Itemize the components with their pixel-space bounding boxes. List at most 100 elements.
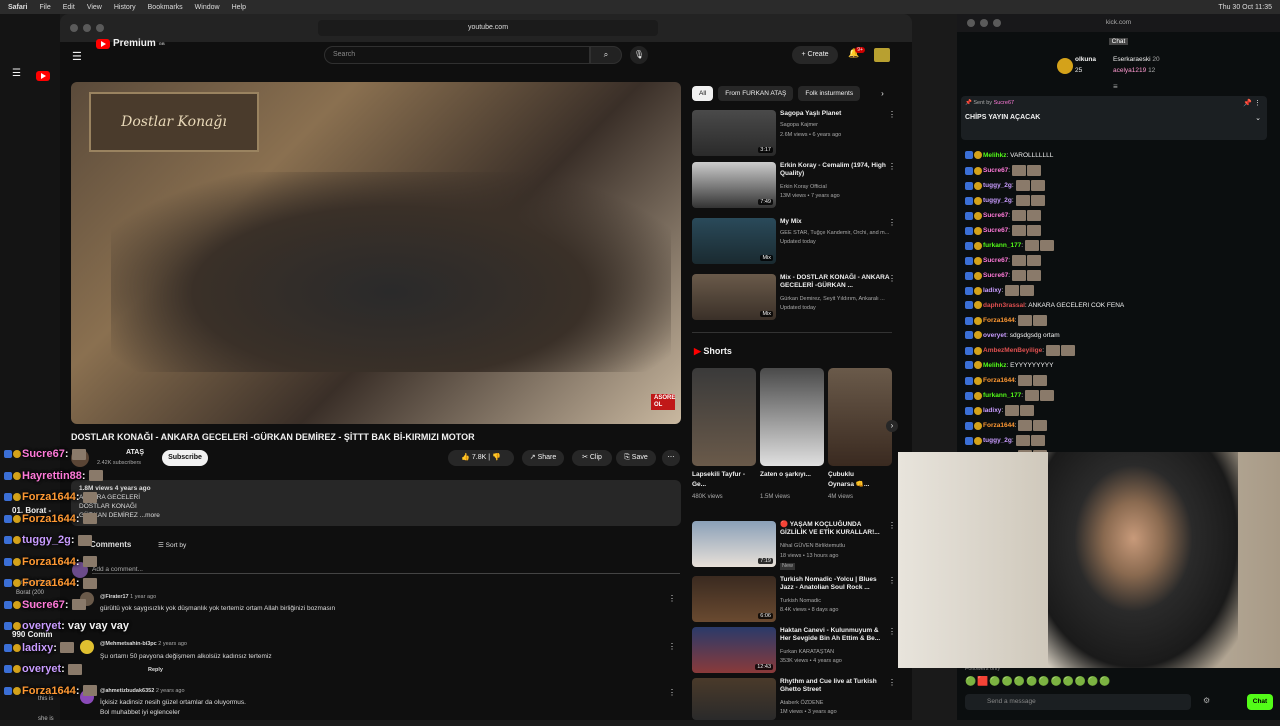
video-thumbnail[interactable]: 7:19 [692, 521, 776, 567]
short-thumbnail[interactable] [760, 368, 824, 466]
description-box[interactable]: 1.8M views 4 years ago ANKARA GECELERİ D… [71, 480, 681, 526]
rec-menu-icon[interactable]: ⋮ [888, 521, 896, 530]
chat-username[interactable]: Sucre67 [983, 227, 1008, 234]
rec-menu-icon[interactable]: ⋮ [888, 678, 896, 687]
chevron-right-icon[interactable]: › [886, 420, 898, 432]
emote-bar[interactable]: 🟢🟥🟢🟢🟢🟢🟢🟢🟢🟢🟢🟢 [965, 676, 1111, 687]
subscribe-button[interactable]: Subscribe [162, 450, 208, 466]
chat-username[interactable]: tuggy_2g [983, 182, 1012, 189]
video-thumbnail[interactable]: 7:49 [692, 162, 776, 208]
short-thumbnail[interactable] [692, 368, 756, 466]
chat-username[interactable]: furkann_177 [983, 242, 1021, 249]
comment-menu-icon[interactable]: ⋮ [668, 688, 676, 697]
chat-username[interactable]: Forza1644 [983, 377, 1015, 384]
leader-name[interactable]: Eserkaraeski 20 [1113, 56, 1160, 63]
chat-username[interactable]: overyet [983, 332, 1006, 339]
url-bar[interactable]: youtube.com [318, 20, 658, 36]
recommended-video[interactable]: 7:19 🔴 YAŞAM KOÇLUĞUNDA GİZLİLİK VE ETİK… [692, 521, 902, 570]
rec-title[interactable]: Turkish Nomadic -Yolcu | Blues Jazz - An… [780, 576, 890, 592]
recommended-video[interactable]: 3:17 Sagopa Yaşlı Planet Sagopa Kajmer 2… [692, 110, 902, 158]
short-title[interactable]: Lapsekili Tayfur - Ge... [692, 470, 756, 490]
chip-folk[interactable]: Folk insturments [798, 86, 861, 101]
chevron-right-icon[interactable]: › [881, 86, 884, 101]
youtube-premium-logo[interactable]: Premium GB [96, 38, 165, 49]
leader-name[interactable]: olkuna [1075, 56, 1096, 63]
reply-button[interactable]: Reply [148, 667, 163, 673]
avatar[interactable] [874, 48, 890, 62]
chat-username[interactable]: Melihkz [983, 152, 1006, 159]
short-title[interactable]: Zaten o şarkıyı... [760, 470, 824, 480]
chat-username[interactable]: Melihkz [983, 362, 1006, 369]
settings-icon[interactable]: ⚙ [1203, 696, 1210, 705]
kick-url[interactable]: kick.com [1106, 19, 1131, 26]
menu-app-safari[interactable]: Safari [8, 4, 27, 11]
rec-title[interactable]: Rhythm and Cue live at Turkish Ghetto St… [780, 678, 890, 694]
send-message-input[interactable]: Send a message [965, 694, 1191, 710]
search-input[interactable]: Search [324, 46, 590, 64]
window-controls[interactable] [967, 19, 1001, 27]
chat-username[interactable]: daphn3rassal [983, 302, 1025, 309]
rec-title[interactable]: 🔴 YAŞAM KOÇLUĞUNDA GİZLİLİK VE ETİK KURA… [780, 521, 890, 537]
recommended-video[interactable]: 7:49 Erkin Koray - Cemalim (1974, High Q… [692, 162, 902, 210]
recommended-video[interactable]: Rhythm and Cue live at Turkish Ghetto St… [692, 678, 902, 726]
chat-username[interactable]: tuggy_2g [983, 437, 1012, 444]
chat-username[interactable]: Forza1644 [983, 422, 1015, 429]
notification-bell-icon[interactable]: 🔔9+ [848, 47, 869, 59]
rec-menu-icon[interactable]: ⋮ [888, 110, 896, 119]
recommended-video[interactable]: Mix My Mix GEE STAR, Tuğçe Kandemir, Orc… [692, 218, 902, 266]
window-controls[interactable] [70, 24, 104, 32]
recommended-video[interactable]: 6:06 Turkish Nomadic -Yolcu | Blues Jazz… [692, 576, 902, 624]
video-thumbnail[interactable] [692, 678, 776, 720]
sort-by-button[interactable]: ☰ Sort by [158, 541, 186, 549]
chat-username[interactable]: AmbezMenBeyilige [983, 347, 1042, 354]
leader-name[interactable]: acelya1219 12 [1113, 67, 1155, 74]
channel-name[interactable]: ATAŞ [126, 449, 144, 456]
chat-username[interactable]: Sucre67 [983, 257, 1008, 264]
rec-title[interactable]: My Mix [780, 218, 890, 226]
pinned-message[interactable]: 📌 Sent by Sucre67 CHİPS YAYIN AÇACAK 📌 ⋮… [961, 96, 1267, 140]
rec-menu-icon[interactable]: ⋮ [888, 218, 896, 227]
chip-from-channel[interactable]: From FURKAN ATAŞ [718, 86, 794, 101]
chat-username[interactable]: Sucre67 [983, 272, 1008, 279]
video-thumbnail[interactable]: 6:06 [692, 576, 776, 622]
pin-icon[interactable]: 📌 ⋮ [1243, 99, 1261, 107]
recommended-video[interactable]: Mix Mix - DOSTLAR KONAĞI - ANKARA GECELE… [692, 274, 902, 322]
rec-menu-icon[interactable]: ⋮ [888, 576, 896, 585]
short-thumbnail[interactable] [828, 368, 892, 466]
chat-username[interactable]: Sucre67 [983, 212, 1008, 219]
comment-menu-icon[interactable]: ⋮ [668, 642, 676, 651]
chat-username[interactable]: Sucre67 [983, 167, 1008, 174]
recommended-video[interactable]: 12:43 Haktan Canevi - Kulunmuyum & Her S… [692, 627, 902, 675]
menu-window[interactable]: Window [195, 4, 220, 11]
more-actions-icon[interactable]: ⋯ [662, 450, 680, 466]
chat-username[interactable]: furkann_177 [983, 392, 1021, 399]
rec-menu-icon[interactable]: ⋮ [888, 162, 896, 171]
short-title[interactable]: Çubuklu Oynarsa 👊... [828, 470, 878, 490]
chat-username[interactable]: Forza1644 [983, 317, 1015, 324]
menu-help[interactable]: Help [232, 4, 246, 11]
rec-menu-icon[interactable]: ⋮ [888, 274, 896, 283]
video-thumbnail[interactable]: Mix [692, 218, 776, 264]
rec-menu-icon[interactable]: ⋮ [888, 627, 896, 636]
menu-history[interactable]: History [114, 4, 136, 11]
chat-username[interactable]: tuggy_2g [983, 197, 1012, 204]
rec-title[interactable]: Sagopa Yaşlı Planet [780, 110, 890, 118]
menu-edit[interactable]: Edit [63, 4, 75, 11]
share-button[interactable]: ↗ Share [522, 450, 564, 466]
create-button[interactable]: + Create [792, 46, 838, 64]
like-button[interactable]: 👍 7.8K | 👎 [448, 450, 514, 466]
rec-title[interactable]: Haktan Canevi - Kulunmuyum & Her Sevgide… [780, 627, 890, 643]
chat-username[interactable]: ladixy [983, 287, 1001, 294]
video-thumbnail[interactable]: Mix [692, 274, 776, 320]
menu-bookmarks[interactable]: Bookmarks [148, 4, 183, 11]
clip-button[interactable]: ✂ Clip [572, 450, 612, 466]
menu-file[interactable]: File [39, 4, 50, 11]
hamburger-menu-icon[interactable]: ☰ [72, 50, 82, 63]
add-comment-input[interactable]: Add a comment... [92, 566, 680, 574]
thumbs-down-icon[interactable]: 👎 [492, 454, 501, 461]
video-player[interactable]: Dostlar Konağı ASORE OL [71, 82, 681, 424]
save-button[interactable]: ⎘ Save [616, 450, 656, 466]
menu-view[interactable]: View [87, 4, 102, 11]
microphone-icon[interactable]: 🎙 [630, 46, 648, 64]
chip-all[interactable]: All [692, 86, 714, 101]
